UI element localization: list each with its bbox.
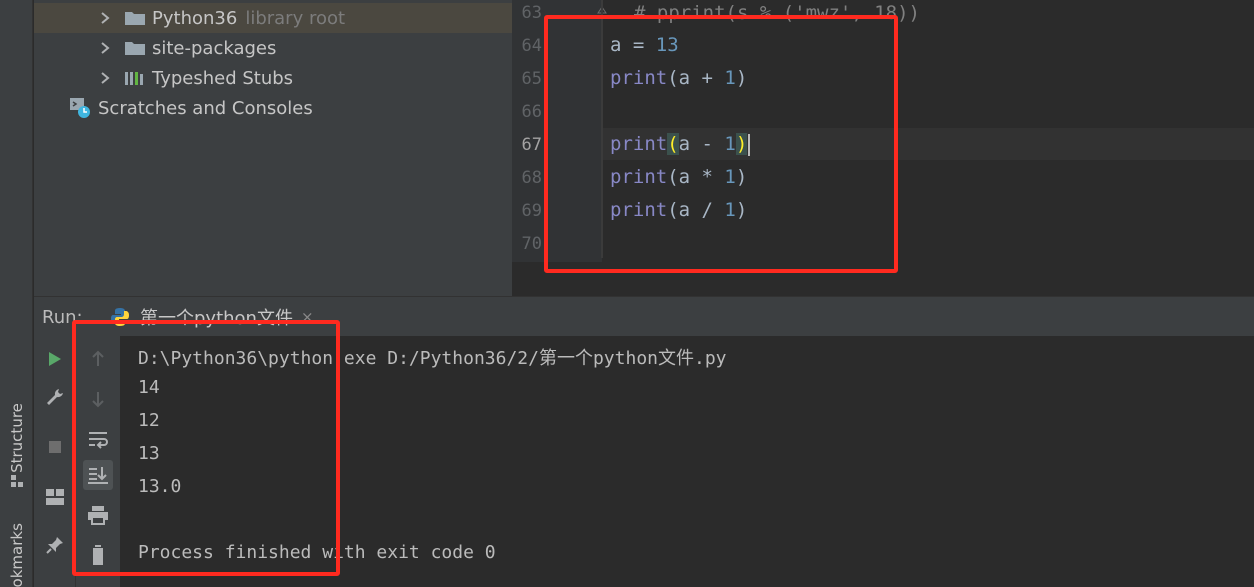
- project-tree: Python36 library root site-packages Type…: [34, 0, 512, 296]
- chevron-right-icon[interactable]: [98, 41, 112, 55]
- library-root-hint: library root: [245, 7, 346, 29]
- structure-tab-label: Structure: [8, 402, 26, 473]
- line-number-current: 67: [521, 135, 542, 155]
- restore-layout-button[interactable]: [40, 482, 70, 512]
- line-number: 63: [521, 3, 542, 23]
- stop-button[interactable]: [40, 432, 70, 462]
- edit-configuration-button[interactable]: [40, 382, 70, 412]
- chevron-right-icon[interactable]: [98, 11, 112, 25]
- highlight-box-console: [72, 320, 340, 576]
- tree-item-label: Python36: [152, 7, 238, 29]
- rerun-button[interactable]: [40, 344, 70, 374]
- tree-item-scratches[interactable]: Scratches and Consoles: [34, 93, 313, 123]
- tree-item-label: site-packages: [152, 37, 277, 59]
- folder-icon: [125, 42, 145, 55]
- pin-icon: [46, 537, 63, 554]
- line-number: 65: [521, 69, 542, 89]
- chevron-right-icon[interactable]: [98, 71, 112, 85]
- tree-item-python36[interactable]: Python36 library root: [34, 3, 512, 33]
- pin-tab-button[interactable]: [40, 530, 70, 560]
- bookmarks-tab-label: Bookmarks: [8, 523, 26, 587]
- stop-icon: [49, 441, 61, 453]
- tree-item-site-packages[interactable]: site-packages: [34, 33, 276, 63]
- structure-icon: [11, 475, 23, 487]
- layout-icon: [46, 489, 64, 505]
- highlight-box-code: [544, 15, 898, 273]
- folder-icon: [125, 12, 145, 25]
- tree-item-label: Typeshed Stubs: [152, 67, 294, 89]
- tree-item-typeshed-stubs[interactable]: Typeshed Stubs: [34, 63, 293, 93]
- wrench-icon: [47, 389, 63, 405]
- library-icon: [125, 72, 143, 85]
- bookmarks-tab[interactable]: Bookmarks: [2, 515, 32, 587]
- line-number: 66: [521, 102, 542, 122]
- line-number: 64: [521, 36, 542, 56]
- scratches-icon: [70, 98, 90, 118]
- line-number: 69: [521, 201, 542, 221]
- left-tool-strip: Structure Bookmarks: [0, 0, 33, 587]
- tree-item-label: Scratches and Consoles: [98, 97, 313, 119]
- play-icon: [49, 352, 61, 366]
- run-toolbar-primary: [34, 336, 76, 587]
- line-number: 68: [521, 168, 542, 188]
- line-number: 70: [521, 234, 542, 254]
